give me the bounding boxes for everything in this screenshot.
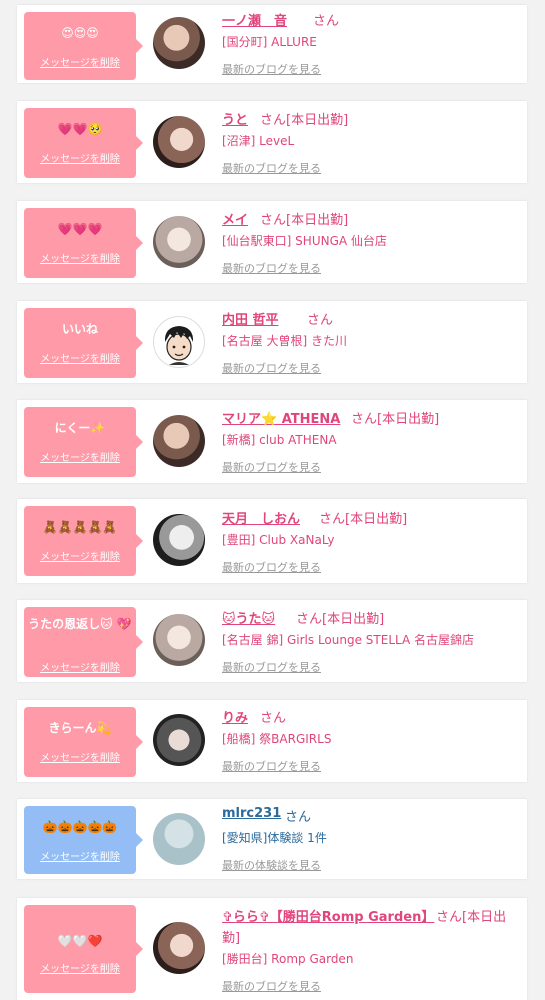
message-bubble: きらーん💫 メッセージを削除: [24, 707, 143, 777]
avatar[interactable]: [153, 415, 205, 467]
message-bubble: 😍😍😍 メッセージを削除: [24, 12, 143, 80]
delete-message-link[interactable]: メッセージを削除: [24, 449, 136, 464]
avatar[interactable]: [153, 813, 205, 865]
delete-message-link[interactable]: メッセージを削除: [24, 548, 136, 563]
message-bubble: にくー✨ メッセージを削除: [24, 407, 143, 477]
message-bubble: 💗💗💗 メッセージを削除: [24, 208, 143, 278]
shop-name: [船橋] 祭BARGIRLS: [222, 732, 332, 746]
message-text: うたの恩返し🐱 💖: [28, 617, 132, 631]
sender-name[interactable]: 天月 しおん: [222, 508, 300, 527]
shop-name: [沼津] LeveL: [222, 134, 295, 148]
avatar[interactable]: [153, 922, 205, 974]
sender-suffix-wrap: 勤]: [222, 931, 241, 946]
latest-blog-link[interactable]: 最新のブログを見る: [222, 559, 321, 575]
shop-name: [名古屋 大曽根] きた川: [222, 334, 347, 348]
sender-name[interactable]: mlrc231: [222, 806, 281, 821]
latest-blog-link[interactable]: 最新のブログを見る: [222, 758, 321, 774]
latest-blog-link[interactable]: 最新のブログを見る: [222, 360, 321, 376]
list-item: 💗💗💗 メッセージを削除 メイ さん[本日出勤] [仙台駅東口] SHUNGA …: [17, 201, 527, 283]
shop-name: [愛知県]体験談 1件: [222, 831, 327, 845]
sender-suffix: さん[本日出勤]: [260, 113, 349, 128]
sender-name[interactable]: ✞らら✞【勝田台Romp Garden】: [222, 906, 434, 925]
sender-suffix: さん: [260, 711, 287, 726]
delete-message-link[interactable]: メッセージを削除: [24, 749, 136, 764]
shop-name: [国分町] ALLURE: [222, 35, 317, 49]
message-list: 😍😍😍 メッセージを削除 一ノ瀬 音 さん [国分町] ALLURE 最新のブロ…: [0, 0, 545, 1000]
shop-name: [勝田台] Romp Garden: [222, 952, 354, 966]
message-text: 💗💗🥺: [57, 122, 103, 136]
message-bubble: いいね メッセージを削除: [24, 308, 143, 378]
list-item: 💗💗🥺 メッセージを削除 うと さん[本日出勤] [沼津] LeveL 最新のブ…: [17, 101, 527, 183]
latest-blog-link[interactable]: 最新のブログを見る: [222, 978, 321, 994]
message-bubble: うたの恩返し🐱 💖 メッセージを削除: [24, 607, 143, 677]
list-item: にくー✨ メッセージを削除 マリア⭐ ATHENA さん[本日出勤] [新橋] …: [17, 400, 527, 483]
sender-name[interactable]: マリア⭐ ATHENA: [222, 408, 340, 427]
avatar[interactable]: [153, 17, 205, 69]
message-text: 🧸🧸🧸🧸🧸: [42, 520, 118, 534]
shop-name: [仙台駅東口] SHUNGA 仙台店: [222, 234, 387, 248]
shop-name: [新橋] club ATHENA: [222, 433, 337, 447]
latest-review-link[interactable]: 最新の体験談を見る: [222, 857, 321, 873]
delete-message-link[interactable]: メッセージを削除: [24, 54, 136, 69]
sender-suffix: さん: [285, 810, 312, 825]
delete-message-link[interactable]: メッセージを削除: [24, 659, 136, 674]
shop-name: [名古屋 錦] Girls Lounge STELLA 名古屋錦店: [222, 633, 475, 647]
sender-suffix: さん: [313, 14, 340, 29]
avatar[interactable]: [153, 614, 205, 666]
latest-blog-link[interactable]: 最新のブログを見る: [222, 659, 321, 675]
sender-name[interactable]: りみ: [222, 707, 248, 726]
delete-message-link[interactable]: メッセージを削除: [24, 960, 136, 975]
sender-name[interactable]: 一ノ瀬 音: [222, 10, 287, 29]
avatar[interactable]: [153, 316, 205, 368]
latest-blog-link[interactable]: 最新のブログを見る: [222, 459, 321, 475]
shop-name: [豊田] Club XaNaLy: [222, 533, 335, 547]
delete-message-link[interactable]: メッセージを削除: [24, 250, 136, 265]
message-text: にくー✨: [54, 421, 106, 435]
sender-suffix: さん[本日出: [436, 910, 507, 925]
sender-suffix: さん[本日出勤]: [319, 512, 408, 527]
list-item: うたの恩返し🐱 💖 メッセージを削除 🐱うた🐱 さん[本日出勤] [名古屋 錦]…: [17, 600, 527, 682]
message-text: 🎃🎃🎃🎃🎃: [42, 820, 118, 834]
list-item: きらーん💫 メッセージを削除 りみ さん [船橋] 祭BARGIRLS 最新のブ…: [17, 700, 527, 782]
message-bubble: 🎃🎃🎃🎃🎃 メッセージを削除: [24, 806, 143, 874]
message-text: 🤍🤍❤️: [57, 934, 103, 948]
message-text: 😍😍😍: [61, 26, 99, 40]
illustrated-face-icon: [164, 326, 194, 365]
message-text: いいね: [61, 322, 98, 336]
list-item: 🤍🤍❤️ メッセージを削除 ✞らら✞【勝田台Romp Garden】 さん[本日…: [17, 898, 527, 1000]
list-item: 🎃🎃🎃🎃🎃 メッセージを削除 mlrc231 さん [愛知県]体験談 1件 最新…: [17, 799, 527, 879]
avatar[interactable]: [153, 216, 205, 268]
message-text: きらーん💫: [48, 721, 112, 735]
list-item: 😍😍😍 メッセージを削除 一ノ瀬 音 さん [国分町] ALLURE 最新のブロ…: [17, 5, 527, 83]
sender-suffix: さん[本日出勤]: [260, 213, 349, 228]
delete-message-link[interactable]: メッセージを削除: [24, 150, 136, 165]
delete-message-link[interactable]: メッセージを削除: [24, 350, 136, 365]
sender-name[interactable]: うと: [222, 109, 248, 128]
sender-name[interactable]: メイ: [222, 209, 248, 228]
latest-blog-link[interactable]: 最新のブログを見る: [222, 160, 321, 176]
avatar[interactable]: [153, 714, 205, 766]
avatar[interactable]: [153, 116, 205, 168]
message-text: 💗💗💗: [57, 222, 103, 236]
latest-blog-link[interactable]: 最新のブログを見る: [222, 61, 321, 77]
sender-name[interactable]: 🐱うた🐱: [222, 608, 275, 627]
sender-suffix: さん[本日出勤]: [296, 612, 385, 627]
list-item: 🧸🧸🧸🧸🧸 メッセージを削除 天月 しおん さん[本日出勤] [豊田] Club…: [17, 499, 527, 583]
sender-name[interactable]: 内田 哲平: [222, 309, 279, 328]
message-bubble: 🧸🧸🧸🧸🧸 メッセージを削除: [24, 506, 143, 576]
sender-suffix: さん[本日出勤]: [351, 412, 440, 427]
message-bubble: 🤍🤍❤️ メッセージを削除: [24, 905, 143, 993]
sender-suffix: さん: [307, 313, 334, 328]
list-item: いいね メッセージを削除 内田 哲平 さん [名古屋 大曽根] きた川 最新のブ…: [17, 301, 527, 383]
latest-blog-link[interactable]: 最新のブログを見る: [222, 260, 321, 276]
avatar[interactable]: [153, 514, 205, 566]
message-bubble: 💗💗🥺 メッセージを削除: [24, 108, 143, 178]
delete-message-link[interactable]: メッセージを削除: [24, 848, 136, 863]
